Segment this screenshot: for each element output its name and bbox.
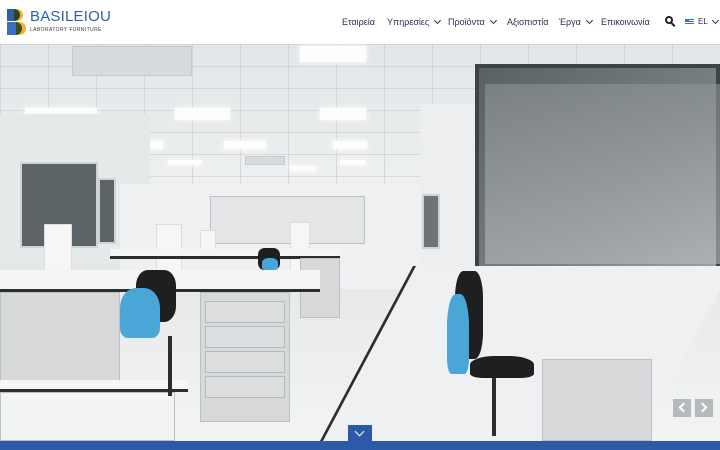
language-switcher[interactable]: EL <box>685 16 719 26</box>
chevron-down-icon <box>434 16 442 25</box>
drawer <box>205 376 285 398</box>
ceiling-light <box>290 166 316 171</box>
greek-flag-icon <box>685 18 694 25</box>
hero-slider-image <box>0 44 720 441</box>
lab-chair-seat <box>447 294 469 374</box>
brand-logo[interactable]: BASILEIOU LABORATORY FURNITURE <box>7 9 111 37</box>
window <box>98 178 116 244</box>
ceiling-vent <box>72 46 192 76</box>
ceiling-light <box>340 160 366 165</box>
ceiling-light <box>175 108 230 120</box>
service-column <box>44 224 72 276</box>
nav-item-products[interactable]: Προϊόντα <box>448 16 497 27</box>
brand-name: BASILEIOU <box>30 8 111 25</box>
chevron-right-icon <box>697 402 708 413</box>
nav-item-contact[interactable]: Επικοινωνία <box>601 17 650 27</box>
brand-tagline: LABORATORY FURNITURE <box>30 27 102 33</box>
drawer <box>205 326 285 348</box>
drawer <box>205 301 285 323</box>
scroll-down-button[interactable] <box>348 425 372 441</box>
nav-item-label: Προϊόντα <box>448 17 485 27</box>
logo-text: BASILEIOU LABORATORY FURNITURE <box>30 8 111 34</box>
ceiling-vent <box>245 156 285 165</box>
lab-chair-seat <box>120 288 160 338</box>
nav-item-services[interactable]: Υπηρεσίες <box>387 16 442 27</box>
slider-next-button[interactable] <box>695 399 713 417</box>
ceiling-light <box>168 160 202 165</box>
chevron-down-icon <box>354 426 365 437</box>
nav-item-label: Υπηρεσίες <box>387 17 430 27</box>
chevron-down-icon <box>711 16 719 24</box>
lab-chair-seat <box>262 258 278 270</box>
ceiling-light <box>300 46 366 62</box>
language-code: EL <box>698 17 708 26</box>
logo-mark-icon <box>7 9 27 35</box>
glass-reflection <box>485 84 720 264</box>
nav-item-label: Επικοινωνία <box>601 17 650 27</box>
chevron-down-icon <box>585 16 593 25</box>
side-window <box>422 194 440 249</box>
lab-chair-cushion <box>470 356 534 378</box>
bench-cabinet <box>0 392 175 441</box>
lab-chair-stem <box>168 336 172 396</box>
drawer <box>205 351 285 373</box>
lab-bench-top <box>0 380 188 392</box>
lab-chair-stem <box>492 378 496 436</box>
nav-item-label: Αξιοπιστία <box>507 17 549 27</box>
nav-item-projects[interactable]: Έργα <box>559 16 593 27</box>
bench-cabinet <box>542 359 652 441</box>
section-divider-bar <box>0 441 720 450</box>
nav-item-reliability[interactable]: Αξιοπιστία <box>507 17 548 27</box>
ceiling-light <box>224 141 266 149</box>
slider-prev-button[interactable] <box>673 399 691 417</box>
back-shelving <box>210 196 365 244</box>
nav-item-label: Εταιρεία <box>342 17 375 27</box>
chevron-left-icon <box>678 402 689 413</box>
ceiling-light <box>320 108 366 120</box>
nav-item-label: Έργα <box>559 17 581 27</box>
site-header: BASILEIOU LABORATORY FURNITURE Εταιρεία … <box>0 0 720 44</box>
bench-cabinet <box>0 292 120 381</box>
ceiling-light <box>333 141 367 149</box>
nav-item-company[interactable]: Εταιρεία <box>342 17 375 27</box>
chevron-down-icon <box>489 16 497 25</box>
search-icon[interactable] <box>665 16 676 27</box>
